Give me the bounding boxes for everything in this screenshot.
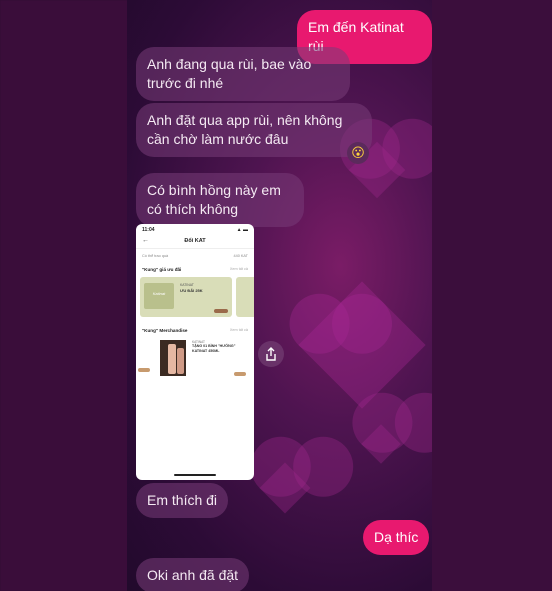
section-title: "Kung" Merchandise [142, 328, 188, 333]
message-bubble-incoming[interactable]: Anh đang qua rùi, bae vào trước đi nhé [136, 47, 350, 101]
see-all-link: Xem tất cả [229, 267, 248, 271]
heart-decoration [259, 462, 311, 514]
phone-time: 11:04 [142, 227, 155, 233]
message-bubble-outgoing[interactable]: Dạ thíc [363, 520, 430, 555]
message-bubble-incoming[interactable]: Có bình hồng này em có thích không [136, 173, 304, 227]
section-title: "Kung" giá ưu đãi [142, 267, 182, 272]
message-bubble-incoming[interactable]: Anh đặt qua app rùi, nên không cần chờ l… [136, 103, 372, 157]
message-bubble-incoming[interactable]: Oki anh đã đặt [136, 558, 250, 591]
share-icon[interactable] [258, 341, 284, 367]
bottle-graphic [177, 348, 184, 374]
voucher-card: Katinat KATINAT ƯU ĐÃI 25K [140, 277, 232, 317]
merch-offer: TẶNG 01 BÌNH "HƯỚNG" KATINAT 450ML [192, 344, 236, 353]
chat-screen: Em đến Katinat rùi Anh đang qua rùi, bae… [127, 0, 432, 591]
section-header: "Kung" Merchandise Xem tất cả [136, 324, 254, 335]
back-arrow-icon: ← [142, 237, 149, 244]
voucher-redeem-button [214, 309, 228, 313]
phone-status-bar: 11:04 ▲ ▬ [136, 224, 254, 233]
phone-page-title: Đổi KAT [184, 237, 206, 244]
voucher-logo: Katinat [144, 283, 174, 309]
voucher-brand: KATINAT [180, 283, 194, 287]
heart-decoration [298, 281, 426, 409]
reaction-emoji[interactable]: 😮 [347, 142, 369, 164]
heart-decoration [361, 424, 401, 464]
merch-card-partial [136, 338, 150, 374]
voucher-offer: ƯU ĐÃI 25K [180, 288, 203, 293]
voucher-row: Katinat KATINAT ƯU ĐÃI 25K [136, 277, 254, 321]
bottle-graphic [168, 344, 176, 374]
phone-nav-bar: ← Đổi KAT [136, 233, 254, 249]
merch-row: KATINAT TẶNG 01 BÌNH "HƯỚNG" KATINAT 450… [136, 338, 254, 382]
merch-redeem-button [138, 368, 150, 372]
phone-filter-row: Có thể trao quà 440 KAT [136, 249, 254, 263]
voucher-card-partial [236, 277, 254, 317]
home-indicator [174, 474, 216, 476]
filter-label: Có thể trao quà [142, 254, 169, 258]
section-header: "Kung" giá ưu đãi Xem tất cả [136, 263, 254, 274]
shared-image-message[interactable]: 11:04 ▲ ▬ ← Đổi KAT Có thể trao quà 440 … [136, 224, 254, 480]
phone-status-icons: ▲ ▬ [236, 227, 248, 233]
filter-value: 440 KAT [233, 254, 249, 258]
see-all-link: Xem tất cả [229, 328, 248, 332]
left-edge-blur [0, 0, 128, 591]
message-bubble-incoming[interactable]: Em thích đi [136, 483, 229, 518]
merch-redeem-button [234, 372, 246, 376]
product-image [160, 340, 186, 376]
merch-card: KATINAT TẶNG 01 BÌNH "HƯỚNG" KATINAT 450… [158, 338, 248, 378]
right-edge-blur [430, 0, 552, 591]
